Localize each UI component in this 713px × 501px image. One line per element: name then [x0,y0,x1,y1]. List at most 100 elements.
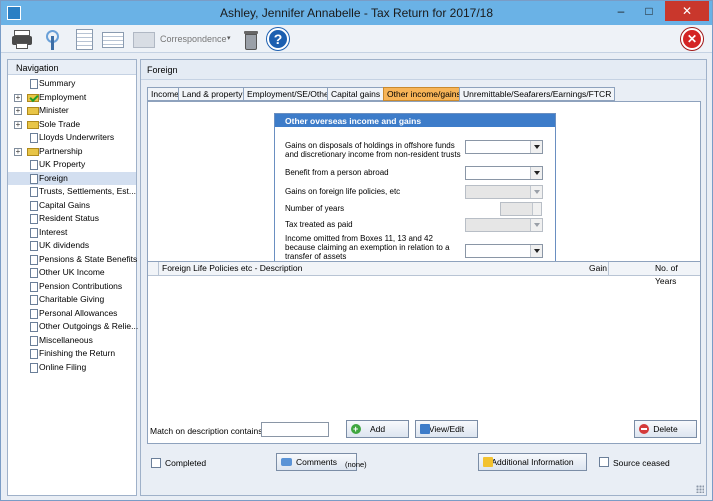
close-window-button[interactable]: ✕ [665,1,709,21]
expand-icon[interactable]: + [14,93,22,102]
nav-item[interactable]: Resident Status [8,212,136,226]
nav-item-label: Personal Allowances [39,307,118,318]
correspondence-icon[interactable] [132,28,156,50]
completed-label: Completed [165,458,207,468]
resize-grip[interactable] [696,485,704,493]
expand-icon[interactable]: + [14,120,22,129]
nav-item-label: Charitable Giving [39,294,105,304]
view-icon [420,424,430,434]
exit-icon[interactable]: ✕ [681,28,703,50]
nav-item-label: Minister [39,105,69,115]
page-title: Foreign [141,60,706,80]
table-header: Foreign Life Policies etc - Description … [148,262,700,286]
tab-land-property[interactable]: Land & property [178,87,247,101]
description-filter-input[interactable] [261,422,329,437]
comments-status: (none) [345,460,367,469]
document-icon [30,335,38,346]
tab-other-income-gains[interactable]: Other income/gains [383,87,465,101]
document-icon [30,349,38,359]
omitted-dropdown[interactable] [465,244,543,258]
nav-item[interactable]: Lloyds Underwriters [8,131,136,145]
source-ceased-label: Source ceased [613,458,670,468]
nav-item-label: Interest [39,226,68,237]
nav-item[interactable]: Miscellaneous [8,334,136,348]
correspondence-menu[interactable]: Correspondence [160,34,227,44]
nav-item[interactable]: Online Filing [8,361,136,375]
nav-item-label: Miscellaneous [39,334,93,345]
document-icon [30,133,38,143]
chevron-down-icon[interactable] [530,141,542,153]
navigation-panel: Navigation Summary + Employment + Minister + S… [7,59,139,496]
offshore-gains-label: Gains on disposals of holdings in offsho… [285,141,461,159]
wastebin-icon[interactable] [239,28,263,50]
source-ceased-checkbox[interactable] [599,457,609,467]
nav-item[interactable]: UK Property [8,158,136,172]
minimize-button[interactable]: – [607,1,635,21]
nav-item-label: Lloyds Underwriters [39,132,115,142]
benefit-dropdown[interactable] [465,166,543,180]
chevron-down-icon [530,219,542,231]
document-icon [30,214,38,224]
window-title: Ashley, Jennifer Annabelle - Tax Return … [219,6,494,20]
omitted-label: Income omitted from Boxes 11, 13 and 42 … [285,234,450,261]
nav-item-label: UK Property [39,159,86,169]
chevron-down-icon[interactable]: ▾ [227,34,231,42]
expand-icon[interactable]: + [14,147,22,156]
tab-capital-gains[interactable]: Capital gains [327,87,385,101]
nav-item[interactable]: + Employment [8,91,136,105]
nav-item-label: Partnership [39,145,83,156]
add-icon [351,421,361,437]
years-label: Number of years [285,204,345,213]
nav-item[interactable]: Other UK Income [8,266,136,280]
nav-item[interactable]: UK dividends [8,239,136,253]
nav-item[interactable]: + Minister [8,104,136,118]
nav-item[interactable]: Capital Gains [8,199,136,213]
nav-item[interactable]: Pensions & State Benefits [8,253,137,267]
nav-item-label: Trusts, Settlements, Est... [39,186,136,196]
offshore-gains-dropdown[interactable] [465,140,543,154]
nav-item[interactable]: Charitable Giving [8,293,136,307]
overseas-income-group: Other overseas income and gains Gains on… [274,113,556,266]
nav-item[interactable]: Personal Allowances [8,307,136,321]
column-description[interactable]: Foreign Life Policies etc - Description [162,262,302,275]
additional-information-button[interactable]: Additional Information [478,453,587,471]
nav-item-label: Resident Status [39,213,100,223]
nav-item[interactable]: + Sole Trade [8,118,136,132]
nav-item-label: Other Outgoings & Relie... [39,321,139,331]
tab-employment-se-other[interactable]: Employment/SE/Other [243,87,336,101]
chevron-down-icon [530,186,542,198]
nav-item[interactable]: + Partnership [8,145,136,159]
main-panel: Foreign Income Land & property Employmen… [140,59,707,496]
help-icon[interactable]: ? [267,28,291,50]
document-icon [30,322,38,332]
document-icon [30,295,38,305]
nav-item[interactable]: Interest [8,226,136,240]
tax-paid-dropdown [465,218,543,232]
add-button[interactable]: Add [346,420,409,438]
delete-icon [639,424,649,434]
nav-item[interactable]: Pension Contributions [8,280,136,294]
maximize-button[interactable]: □ [635,1,663,21]
filter-bar: Match on description contains Add View/E… [147,417,701,443]
column-gain[interactable]: Gain [589,262,607,275]
printer-icon[interactable] [11,28,35,50]
chevron-down-icon[interactable] [530,245,542,257]
antenna-icon[interactable] [41,28,65,50]
nav-item[interactable]: Finishing the Return [8,347,136,361]
sheet-icon[interactable] [73,28,97,50]
nav-item[interactable]: Summary [8,77,136,91]
nav-item-label: Online Filing [39,361,87,372]
delete-button[interactable]: Delete [634,420,697,438]
column-years[interactable]: No. of Years [655,262,700,288]
nav-item[interactable]: Foreign [8,171,136,185]
completed-checkbox[interactable] [151,458,161,468]
nav-item[interactable]: Trusts, Settlements, Est... [8,185,136,199]
tab-unremittable[interactable]: Unremittable/Seafarers/Earnings/FTCR [459,87,616,101]
expand-icon[interactable]: + [14,107,22,115]
nav-item[interactable]: Other Outgoings & Relie... [8,320,139,334]
document-icon [30,173,38,184]
document-icon [30,241,38,251]
chevron-down-icon[interactable] [530,167,542,179]
view-edit-button[interactable]: View/Edit [415,420,478,438]
grid-icon[interactable] [101,28,125,50]
